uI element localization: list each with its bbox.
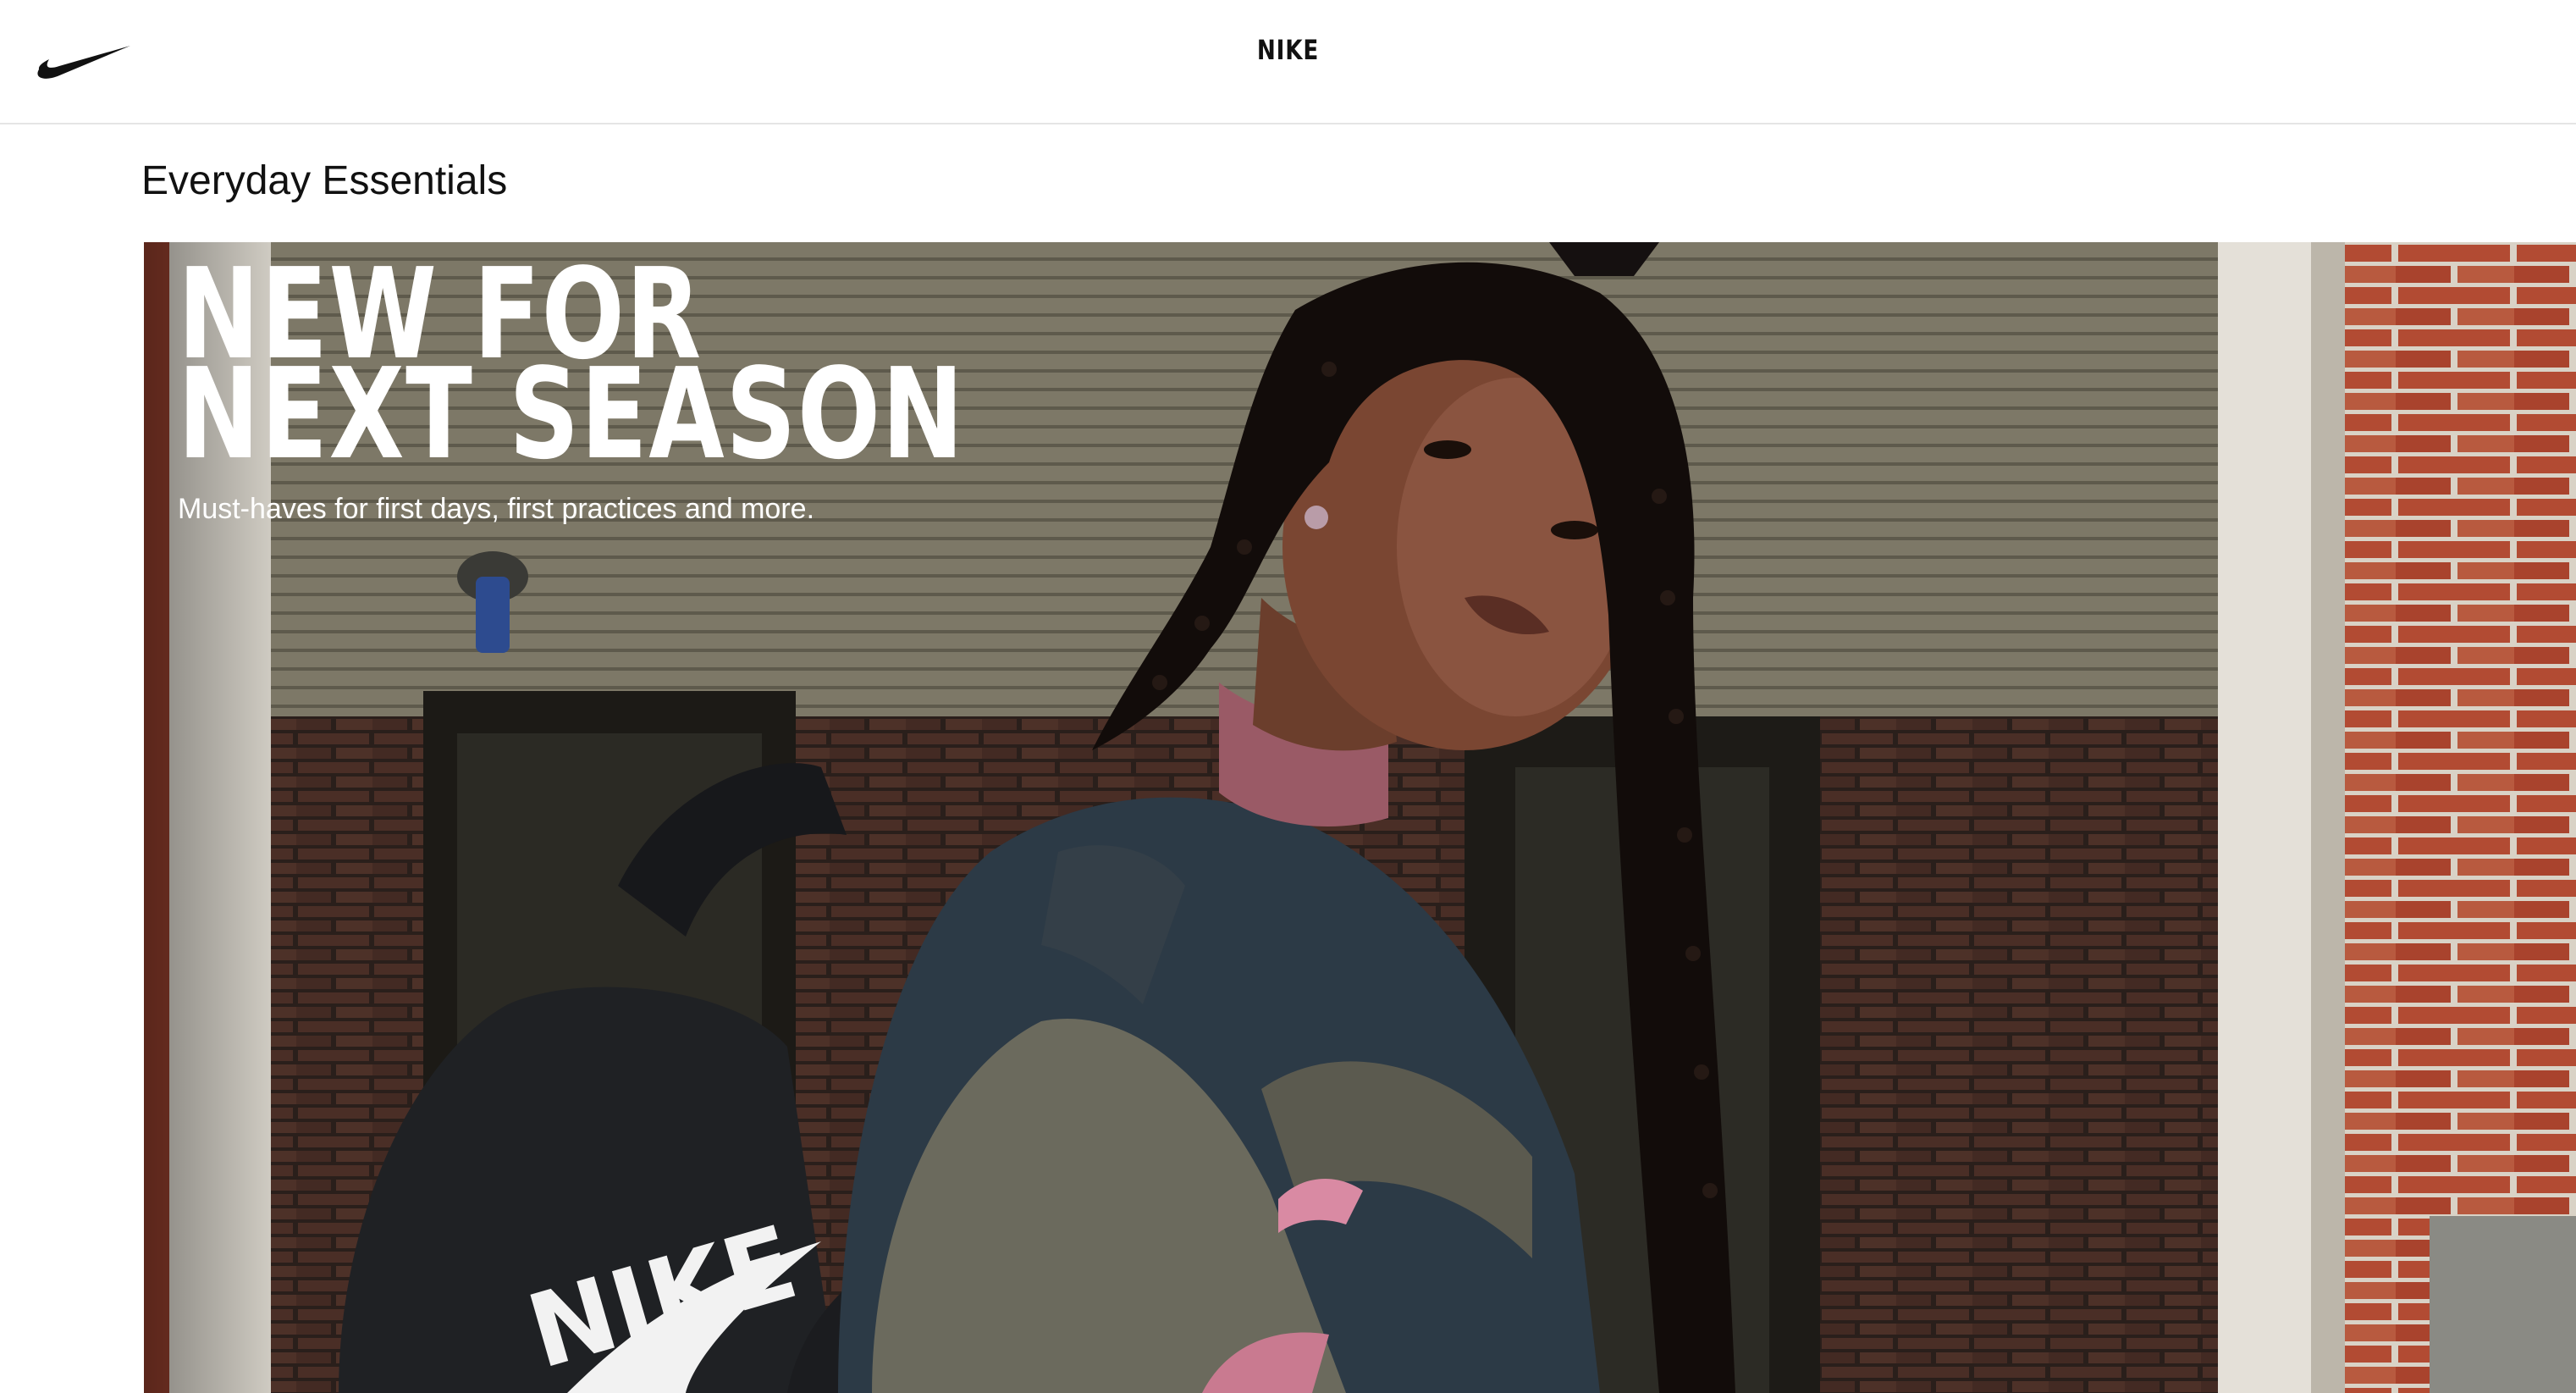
swoosh-logo-icon[interactable] — [36, 41, 132, 81]
hero-headline: NEW FOR NEXT SEASON — [178, 252, 965, 487]
header-title[interactable]: NIKE — [232, 34, 2344, 66]
top-header: NIKE — [0, 0, 2576, 124]
hero-headline-line2: NEXT SEASON — [178, 341, 965, 487]
section-title: Everyday Essentials — [141, 158, 508, 203]
hero-subtitle: Must-haves for first days, first practic… — [178, 493, 815, 525]
hero-banner[interactable]: NEW FOR NEXT SEASON Must-haves for first… — [144, 242, 2576, 1393]
